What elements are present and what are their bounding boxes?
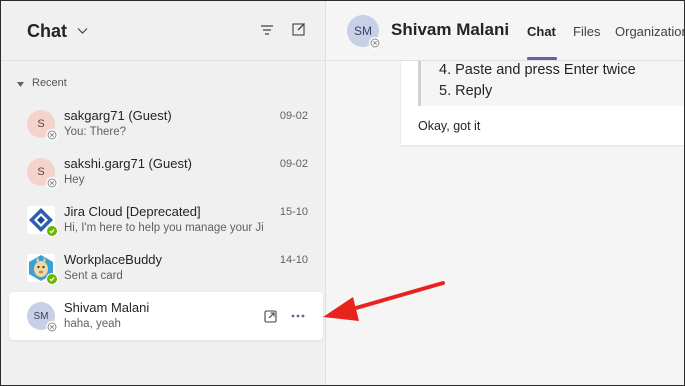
presence-available-icon [46, 273, 58, 285]
avatar: SM [27, 302, 58, 333]
avatar: S [27, 110, 58, 141]
chat-list-header: Chat [1, 1, 326, 61]
chat-list-item[interactable]: WorkplaceBuddy Sent a card 14-10 [9, 244, 323, 292]
teams-window: Chat Recent S sakgarg71 (Guest) You: The… [1, 1, 684, 385]
pop-out-chat-icon[interactable] [264, 309, 278, 323]
chat-list-item[interactable]: S sakshi.garg71 (Guest) Hey 09-02 [9, 148, 323, 196]
chat-message[interactable]: 4. Paste and press Enter twice 5. Reply … [401, 61, 684, 145]
quoted-step: 4. Paste and press Enter twice [439, 62, 636, 78]
message-preview: Sent a card [64, 270, 123, 282]
presence-offline-icon [46, 129, 58, 141]
active-tab-indicator [527, 57, 557, 60]
presence-offline-icon [369, 37, 381, 49]
quoted-step: 5. Reply [439, 83, 493, 99]
contact-name: sakshi.garg71 (Guest) [64, 156, 192, 171]
conversation-title: Shivam Malani [391, 20, 510, 39]
conversation-header: SM Shivam Malani Chat Files Organization [327, 1, 684, 61]
presence-offline-icon [46, 177, 58, 189]
tab-organization[interactable]: Organization [615, 24, 684, 39]
annotation-arrow [323, 281, 445, 321]
avatar-initials: S [37, 118, 45, 130]
presence-offline-icon [46, 321, 58, 333]
recent-label: Recent [32, 77, 67, 89]
avatar-initials: SM [354, 24, 372, 38]
message-preview: Hi, I'm here to help you manage your Jir… [64, 222, 264, 234]
contact-name: sakgarg71 (Guest) [64, 108, 172, 123]
presence-available-icon [46, 225, 58, 237]
avatar-initials: S [37, 166, 45, 178]
message-date: 15-10 [279, 206, 308, 218]
message-date: 14-10 [279, 254, 308, 266]
contact-name: Jira Cloud [Deprecated] [64, 204, 201, 219]
message-text: Okay, got it [418, 119, 481, 133]
chat-list-item[interactable]: S sakgarg71 (Guest) You: There? 09-02 [9, 100, 323, 148]
avatar[interactable]: SM [347, 15, 381, 49]
chat-title[interactable]: Chat [27, 21, 67, 42]
filter-icon[interactable] [260, 23, 274, 37]
chat-list-item-selected[interactable]: SM Shivam Malani haha, yeah [9, 292, 323, 340]
avatar: S [27, 158, 58, 189]
message-preview: You: There? [64, 126, 127, 138]
chevron-down-icon[interactable] [77, 27, 88, 35]
tab-files[interactable]: Files [573, 24, 600, 39]
chat-list-pane: Chat Recent S sakgarg71 (Guest) You: The… [1, 1, 326, 385]
avatar [27, 254, 58, 285]
avatar [27, 206, 58, 237]
new-chat-icon[interactable] [292, 22, 306, 36]
message-date: 09-02 [279, 110, 308, 122]
more-options-icon[interactable] [291, 314, 305, 318]
chat-list-item[interactable]: Jira Cloud [Deprecated] Hi, I'm here to … [9, 196, 323, 244]
message-preview: haha, yeah [64, 318, 121, 330]
avatar-initials: SM [33, 310, 49, 322]
message-date: 09-02 [279, 158, 308, 170]
contact-name: WorkplaceBuddy [64, 252, 163, 267]
contact-name: Shivam Malani [64, 300, 150, 315]
message-preview: Hey [64, 174, 85, 186]
quoted-message: 4. Paste and press Enter twice 5. Reply [418, 61, 684, 106]
caret-down-icon [17, 82, 24, 87]
tab-chat[interactable]: Chat [527, 24, 556, 39]
